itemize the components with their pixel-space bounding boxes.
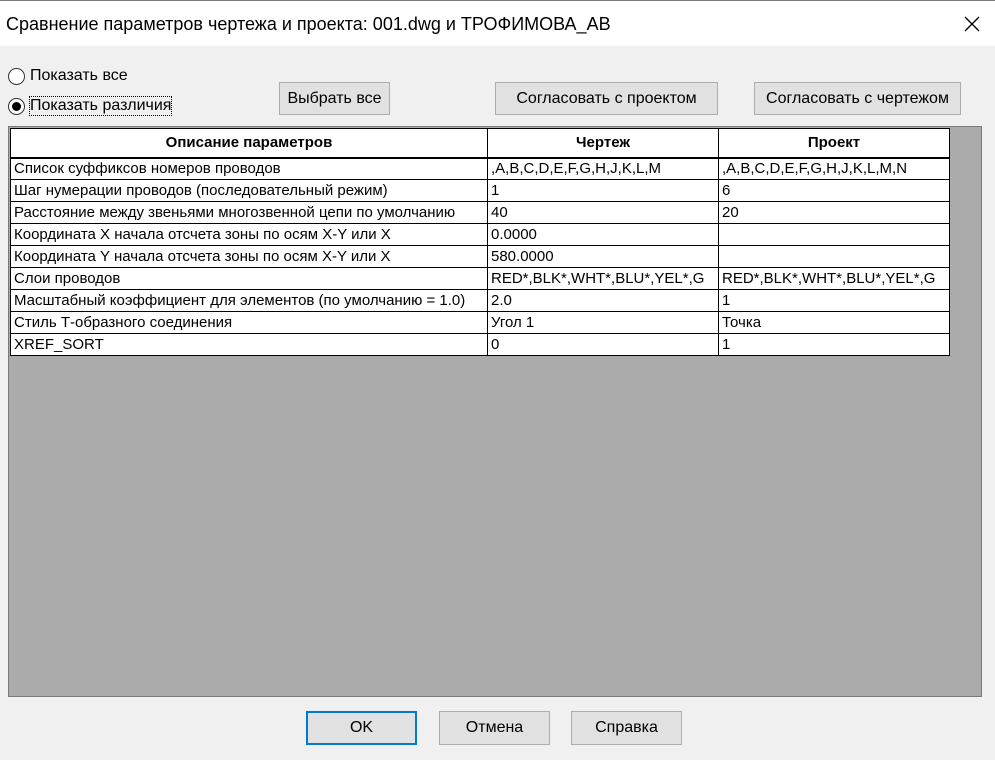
cell-project[interactable]: 20 <box>718 201 950 224</box>
select-all-button[interactable]: Выбрать все <box>279 82 390 115</box>
cell-drawing[interactable]: RED*,BLK*,WHT*,BLU*,YEL*,G <box>487 267 719 290</box>
table-row[interactable]: Расстояние между звеньями многозвенной ц… <box>10 201 950 224</box>
table-row[interactable]: Список суффиксов номеров проводов ,A,B,C… <box>10 157 950 180</box>
ok-button[interactable]: OK <box>306 711 417 745</box>
cell-project[interactable] <box>718 223 950 246</box>
cell-drawing[interactable]: 580.0000 <box>487 245 719 268</box>
radio-circle-selected <box>8 97 25 115</box>
cell-description[interactable]: Координата X начала отсчета зоны по осям… <box>10 223 488 246</box>
match-drawing-button[interactable]: Согласовать с чертежом <box>754 82 961 115</box>
cell-drawing[interactable]: ,A,B,C,D,E,F,G,H,J,K,L,M <box>487 157 719 180</box>
table-row[interactable]: Слои проводов RED*,BLK*,WHT*,BLU*,YEL*,G… <box>10 267 950 290</box>
cell-drawing[interactable]: Угол 1 <box>487 311 719 334</box>
table-row[interactable]: Масштабный коэффициент для элементов (по… <box>10 289 950 312</box>
radio-show-differences[interactable]: Показать различия <box>8 96 173 116</box>
cell-project[interactable]: RED*,BLK*,WHT*,BLU*,YEL*,G <box>718 267 950 290</box>
cell-description[interactable]: Список суффиксов номеров проводов <box>10 157 488 180</box>
cell-drawing[interactable]: 1 <box>487 179 719 202</box>
cell-description[interactable]: Координата Y начала отсчета зоны по осям… <box>10 245 488 268</box>
radio-show-all[interactable]: Показать все <box>8 66 128 86</box>
table-row[interactable]: Стиль Т-образного соединения Угол 1 Точк… <box>10 311 950 334</box>
window-title: Сравнение параметров чертежа и проекта: … <box>6 14 611 34</box>
cell-drawing[interactable]: 40 <box>487 201 719 224</box>
cell-project[interactable]: 1 <box>718 289 950 312</box>
table-header-row: Описание параметров Чертеж Проект <box>10 128 950 159</box>
table-row[interactable]: Координата X начала отсчета зоны по осям… <box>10 223 950 246</box>
cell-drawing[interactable]: 0.0000 <box>487 223 719 246</box>
cell-project[interactable] <box>718 245 950 268</box>
cell-description[interactable]: Шаг нумерации проводов (последовательный… <box>10 179 488 202</box>
cancel-button[interactable]: Отмена <box>439 711 550 745</box>
cell-description[interactable]: Стиль Т-образного соединения <box>10 311 488 334</box>
cell-project[interactable]: 6 <box>718 179 950 202</box>
cell-project[interactable]: 1 <box>718 333 950 356</box>
cell-drawing[interactable]: 0 <box>487 333 719 356</box>
match-project-button[interactable]: Согласовать с проектом <box>495 82 718 115</box>
radio-show-differences-label: Показать различия <box>28 96 173 116</box>
close-icon <box>964 16 980 32</box>
radio-circle <box>8 67 25 85</box>
parameters-table: Описание параметров Чертеж Проект Список… <box>10 128 950 356</box>
cell-description[interactable]: Масштабный коэффициент для элементов (по… <box>10 289 488 312</box>
cell-drawing[interactable]: 2.0 <box>487 289 719 312</box>
cell-description[interactable]: Расстояние между звеньями многозвенной ц… <box>10 201 488 224</box>
cell-project[interactable]: Точка <box>718 311 950 334</box>
column-header-project[interactable]: Проект <box>718 128 950 159</box>
table-row[interactable]: Координата Y начала отсчета зоны по осям… <box>10 245 950 268</box>
table-row[interactable]: Шаг нумерации проводов (последовательный… <box>10 179 950 202</box>
close-button[interactable] <box>955 7 989 41</box>
help-button[interactable]: Справка <box>571 711 682 745</box>
table-row[interactable]: XREF_SORT 0 1 <box>10 333 950 356</box>
cell-description[interactable]: Слои проводов <box>10 267 488 290</box>
radio-show-all-label: Показать все <box>30 67 128 84</box>
cell-project[interactable]: ,A,B,C,D,E,F,G,H,J,K,L,M,N <box>718 157 950 180</box>
cell-description[interactable]: XREF_SORT <box>10 333 488 356</box>
parameters-grid[interactable]: Описание параметров Чертеж Проект Список… <box>8 126 982 697</box>
title-bar: Сравнение параметров чертежа и проекта: … <box>0 0 995 46</box>
column-header-drawing[interactable]: Чертеж <box>487 128 719 159</box>
radio-dot <box>12 101 21 111</box>
column-header-description[interactable]: Описание параметров <box>10 128 488 159</box>
